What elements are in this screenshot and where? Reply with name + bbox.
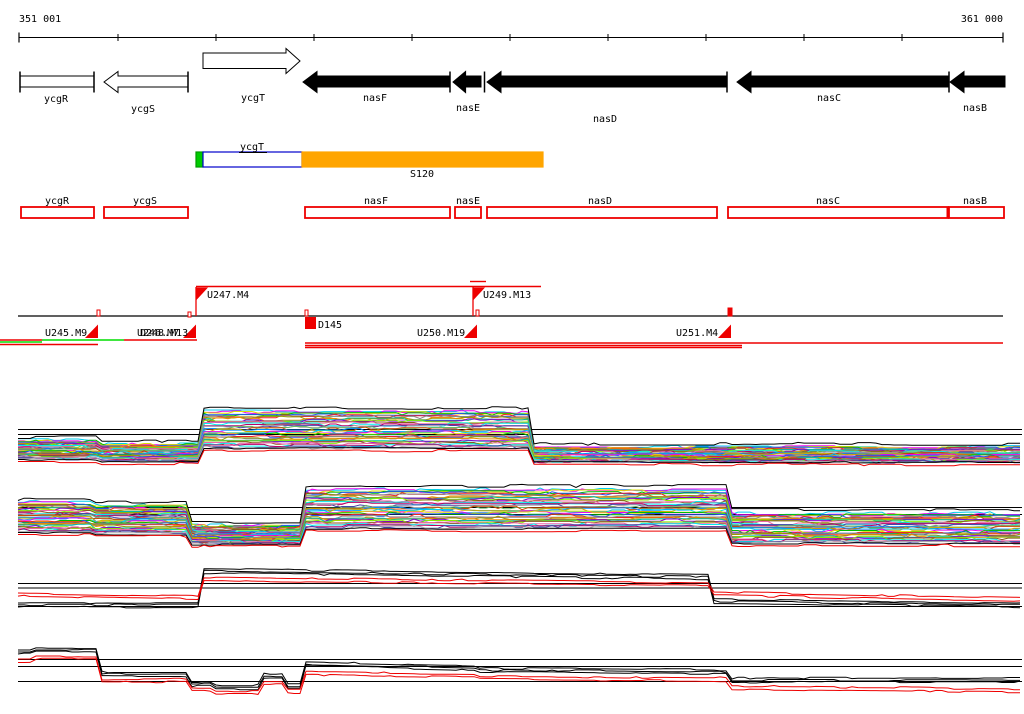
- cds-box-nasC[interactable]: [728, 207, 948, 218]
- marker-tick-icon: [476, 310, 479, 316]
- marker-tick-icon: [188, 312, 191, 317]
- gene-arrow-ycgR[interactable]: [20, 76, 94, 87]
- marker-tick-icon: [305, 310, 308, 316]
- flag-label: U247.M4: [207, 290, 249, 301]
- cds-box-nasB[interactable]: [949, 207, 1004, 218]
- gene-label-nasE: nasE: [456, 103, 480, 114]
- feature-box-ycgT-cds[interactable]: [203, 152, 302, 167]
- cds-box-ycgS[interactable]: [104, 207, 188, 218]
- feature-label-S120: S120: [410, 169, 434, 180]
- cds-label-ycgR: ycgR: [45, 196, 70, 207]
- flag-label: D248.M13: [140, 328, 188, 339]
- feature-label-ycgT: ycgT: [240, 142, 264, 153]
- feature-box-start-segment[interactable]: [196, 152, 203, 167]
- gene-arrow-ycgS[interactable]: [104, 72, 188, 93]
- gene-arrow-nasF[interactable]: [303, 72, 450, 93]
- cds-label-nasF: nasF: [364, 196, 388, 207]
- plot-black-trace: [18, 569, 1020, 604]
- genome-canvas: 351 001 361 000 ycgT ycgR ycgS nasF nasE nasD na…: [0, 0, 1024, 714]
- gene-label-nasF: nasF: [363, 93, 387, 104]
- gene-label-ycgS: ycgS: [131, 104, 155, 115]
- gene-arrow-nasD[interactable]: [487, 72, 727, 93]
- gene-arrow-nasE[interactable]: [453, 72, 481, 93]
- cds-box-nasE[interactable]: [455, 207, 481, 218]
- gene-label-ycgR: ycgR: [44, 94, 69, 105]
- gene-label-ycgT: ycgT: [241, 93, 265, 104]
- gene-label-nasB: nasB: [963, 103, 987, 114]
- flag-label: U249.M13: [483, 290, 531, 301]
- flag-triangle-icon[interactable]: [718, 325, 731, 339]
- cds-label-nasE: nasE: [456, 196, 480, 207]
- gene-arrow-nasC[interactable]: [737, 72, 948, 93]
- genome-browser-window: 351 001 361 000 ycgT ycgR ycgS nasF nasE nasD na…: [0, 0, 1024, 714]
- flag-label: U251.M4: [676, 328, 718, 339]
- gene-arrow-ycgT[interactable]: [203, 49, 300, 74]
- cds-box-ycgR[interactable]: [21, 207, 94, 218]
- gene-label-nasC: nasC: [817, 93, 841, 104]
- marker-tick-icon: [97, 310, 100, 316]
- cds-label-nasB: nasB: [963, 196, 987, 207]
- flag-label: U245.M9: [45, 328, 87, 339]
- marker-tick-icon: [728, 308, 732, 316]
- flag-label: U250.M19: [417, 328, 465, 339]
- feature-box-S120-segment[interactable]: [302, 152, 543, 167]
- flag-triangle-icon[interactable]: [464, 325, 477, 339]
- cds-box-nasD[interactable]: [487, 207, 717, 218]
- cds-label-nasC: nasC: [816, 196, 840, 207]
- gene-arrow-nasB[interactable]: [950, 72, 1005, 93]
- cds-box-nasF[interactable]: [305, 207, 450, 218]
- cds-label-ycgS: ycgS: [133, 196, 157, 207]
- gene-label-nasD: nasD: [593, 114, 617, 125]
- ruler-start-label: 351 001: [19, 14, 61, 25]
- flag-label: D145: [318, 320, 342, 331]
- plot-red-trace: [18, 577, 1020, 597]
- d-marker-box[interactable]: [305, 317, 316, 329]
- ruler-end-label: 361 000: [961, 14, 1003, 25]
- cds-label-nasD: nasD: [588, 196, 612, 207]
